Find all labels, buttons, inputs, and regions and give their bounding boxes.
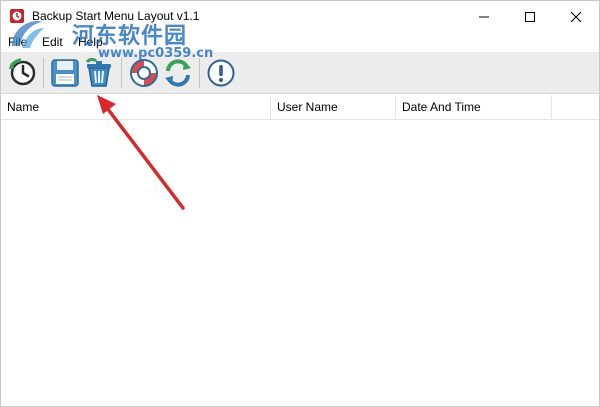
delete-trash-icon	[85, 58, 111, 87]
title-bar[interactable]: Backup Start Menu Layout v1.1	[1, 1, 599, 32]
refresh-icon	[165, 59, 191, 87]
close-icon	[571, 11, 581, 22]
window-title: Backup Start Menu Layout v1.1	[32, 9, 200, 23]
backup-list[interactable]: Name User Name Date And Time	[1, 95, 599, 406]
column-header-user-name[interactable]: User Name	[271, 95, 396, 120]
menu-edit[interactable]: Edit	[42, 35, 63, 49]
menu-help[interactable]: Help	[78, 35, 103, 49]
minimize-button[interactable]	[461, 1, 507, 32]
restore-button[interactable]	[6, 56, 40, 90]
toolbar	[1, 52, 599, 94]
refresh-button[interactable]	[161, 56, 195, 90]
maximize-icon	[525, 11, 535, 22]
close-button[interactable]	[553, 1, 599, 32]
menu-bar: File Edit Help	[1, 32, 599, 52]
minimize-icon	[479, 16, 489, 17]
column-header-name[interactable]: Name	[1, 95, 271, 120]
info-button[interactable]	[204, 56, 238, 90]
info-exclamation-icon	[207, 59, 235, 87]
app-icon	[9, 8, 25, 24]
column-header-date-and-time[interactable]: Date And Time	[396, 95, 552, 120]
toolbar-separator	[121, 58, 122, 88]
list-header: Name User Name Date And Time	[1, 95, 599, 120]
menu-file[interactable]: File	[8, 35, 27, 49]
toolbar-separator	[43, 58, 44, 88]
help-button[interactable]	[127, 56, 161, 90]
help-lifebuoy-icon	[130, 59, 158, 87]
restore-clock-icon	[9, 58, 36, 86]
maximize-button[interactable]	[507, 1, 553, 32]
toolbar-separator	[199, 58, 200, 88]
delete-button[interactable]	[82, 56, 116, 90]
app-window: Backup Start Menu Layout v1.1 File Edit …	[0, 0, 600, 407]
save-floppy-icon	[51, 59, 79, 87]
save-button[interactable]	[48, 56, 82, 90]
